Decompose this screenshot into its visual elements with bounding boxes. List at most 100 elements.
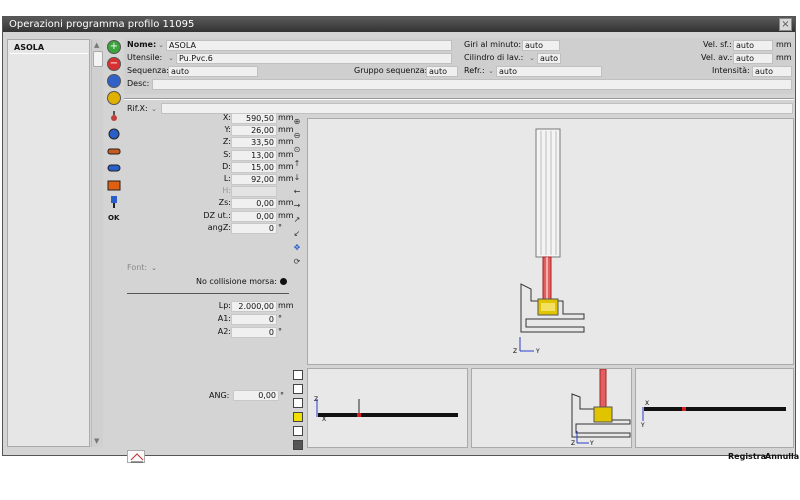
view-grid-icon[interactable] — [293, 440, 303, 450]
desc-label: Desc: — [127, 79, 150, 88]
circle-hole-icon[interactable] — [107, 127, 121, 141]
rectangle-icon[interactable] — [107, 178, 121, 192]
scroll-thumb[interactable] — [93, 51, 103, 67]
param-input[interactable] — [231, 186, 277, 198]
arrow-diag-up-icon[interactable]: ↗ — [292, 215, 302, 225]
chevron-down-icon[interactable]: ⌄ — [166, 53, 176, 63]
top-view[interactable]: X Y — [635, 368, 794, 448]
ok-icon[interactable]: OK — [108, 214, 119, 222]
slot-blue-icon[interactable] — [107, 161, 121, 175]
remove-icon[interactable]: − — [107, 57, 121, 71]
move-all-icon[interactable]: ✥ — [292, 243, 302, 253]
main-window: Operazioni programma profilo 11095 × ASO… — [2, 16, 799, 463]
zoom-out-icon[interactable]: ⊖ — [292, 131, 302, 141]
param-input[interactable]: 0 — [231, 222, 277, 234]
chevron-down-icon[interactable]: ⌄ — [156, 40, 166, 50]
velsf-input[interactable]: auto — [733, 40, 773, 51]
refr-input[interactable]: auto — [496, 66, 602, 77]
sequenza-label: Sequenza: — [127, 66, 169, 75]
lower-param-label: A1: — [217, 314, 231, 323]
collision-radio[interactable] — [280, 278, 287, 285]
param-input[interactable]: 0,00 — [231, 210, 277, 222]
param-label: Zs: — [218, 198, 231, 208]
zoom-in-icon[interactable]: ⊕ — [292, 117, 302, 127]
main-3d-view[interactable]: Z Y — [307, 118, 794, 365]
drill-icon[interactable] — [107, 110, 121, 124]
arrow-left-icon[interactable]: ← — [292, 187, 302, 197]
tool-probe-icon[interactable] — [107, 195, 121, 209]
param-label: angZ: — [207, 222, 231, 232]
desc-input[interactable] — [152, 79, 792, 90]
refr-label: Refr.: — [464, 66, 485, 75]
operation-form: Nome: ⌄ ASOLA Utensile: ⌄ Pu.Pvc.6 Seque… — [124, 38, 794, 94]
nome-label: Nome: — [127, 40, 157, 49]
arrow-down-icon[interactable]: ↓ — [292, 173, 302, 183]
scroll-down-icon[interactable]: ▼ — [94, 437, 99, 445]
view-side-icon[interactable] — [293, 384, 303, 394]
move-down-icon[interactable] — [107, 91, 121, 105]
gruppo-input[interactable]: auto — [426, 66, 458, 77]
brand-logo-icon — [127, 450, 145, 463]
cilindro-input[interactable]: auto — [537, 53, 561, 64]
lower-param-input[interactable]: 2.000,00 — [231, 301, 277, 312]
list-item-asola[interactable]: ASOLA — [10, 42, 88, 54]
velsf-label: Vel. sf.: — [703, 40, 732, 49]
param-unit: ° — [278, 222, 282, 232]
intensita-input[interactable]: auto — [752, 66, 792, 77]
rotate-icon[interactable]: ⟳ — [292, 257, 302, 267]
section-axis-y: Y — [589, 440, 594, 447]
front-axis-x: X — [322, 416, 326, 423]
scroll-up-icon[interactable]: ▲ — [94, 41, 99, 49]
utensile-input[interactable]: Pu.Pvc.6 — [176, 53, 452, 64]
param-input[interactable]: 15,00 — [231, 161, 277, 173]
param-input[interactable]: 13,00 — [231, 149, 277, 161]
top-axis-x: X — [645, 400, 649, 407]
slot-icon[interactable] — [107, 144, 121, 158]
registra-button[interactable]: Registra — [728, 452, 766, 461]
nome-input[interactable]: ASOLA — [166, 40, 452, 51]
list-scrollbar[interactable]: ▲ ▼ — [91, 39, 103, 447]
chevron-down-icon[interactable]: ⌄ — [486, 66, 496, 76]
view-front-icon[interactable] — [293, 370, 303, 380]
lower-param-label: Lp: — [218, 301, 231, 310]
param-input[interactable]: 0,00 — [231, 198, 277, 210]
param-input[interactable]: 26,00 — [231, 125, 277, 137]
arrow-diag-down-icon[interactable]: ↙ — [292, 229, 302, 239]
gruppo-label: Gruppo sequenza: — [354, 66, 428, 75]
param-input[interactable]: 590,50 — [231, 113, 277, 124]
view-top-icon[interactable] — [293, 398, 303, 408]
giri-input[interactable]: auto — [522, 40, 560, 51]
chevron-down-icon[interactable]: ⌄ — [149, 263, 159, 273]
param-label: S: — [223, 149, 231, 159]
view-print-icon[interactable] — [293, 426, 303, 436]
add-icon[interactable]: + — [107, 40, 121, 54]
velav-input[interactable]: auto — [733, 53, 773, 64]
param-label: L: — [223, 174, 231, 183]
ang-label: ANG: — [209, 391, 230, 400]
section-view[interactable]: Z Y — [471, 368, 632, 448]
annulla-button[interactable]: Annulla — [765, 452, 799, 461]
velav-label: Vel. av.: — [701, 53, 733, 62]
lower-param-input[interactable]: 0 — [231, 327, 277, 338]
view-toolbar — [291, 369, 305, 450]
front-view[interactable]: Z X — [307, 368, 468, 448]
lower-param-unit: ° — [278, 314, 282, 323]
sequenza-input[interactable]: auto — [168, 66, 258, 77]
close-button[interactable]: × — [779, 18, 792, 31]
separator — [124, 98, 794, 100]
param-input[interactable]: 92,00 — [231, 174, 277, 185]
ang-input[interactable]: 0,00 — [233, 390, 279, 401]
param-input[interactable]: 33,50 — [231, 137, 277, 149]
operations-list: ASOLA — [7, 39, 90, 447]
lower-param-unit: ° — [278, 327, 282, 336]
lower-param-input[interactable]: 0 — [231, 314, 277, 325]
view-3d-icon[interactable] — [293, 412, 303, 422]
zoom-fit-icon[interactable]: ⊙ — [292, 145, 302, 155]
param-label: X: — [222, 113, 231, 122]
move-up-icon[interactable] — [107, 74, 121, 88]
chevron-down-icon[interactable]: ⌄ — [527, 53, 537, 63]
arrow-right-icon[interactable]: → — [292, 201, 302, 211]
arrow-up-icon[interactable]: ↑ — [292, 159, 302, 169]
main-axis-y: Y — [535, 348, 540, 355]
param-label: H: — [222, 186, 231, 196]
